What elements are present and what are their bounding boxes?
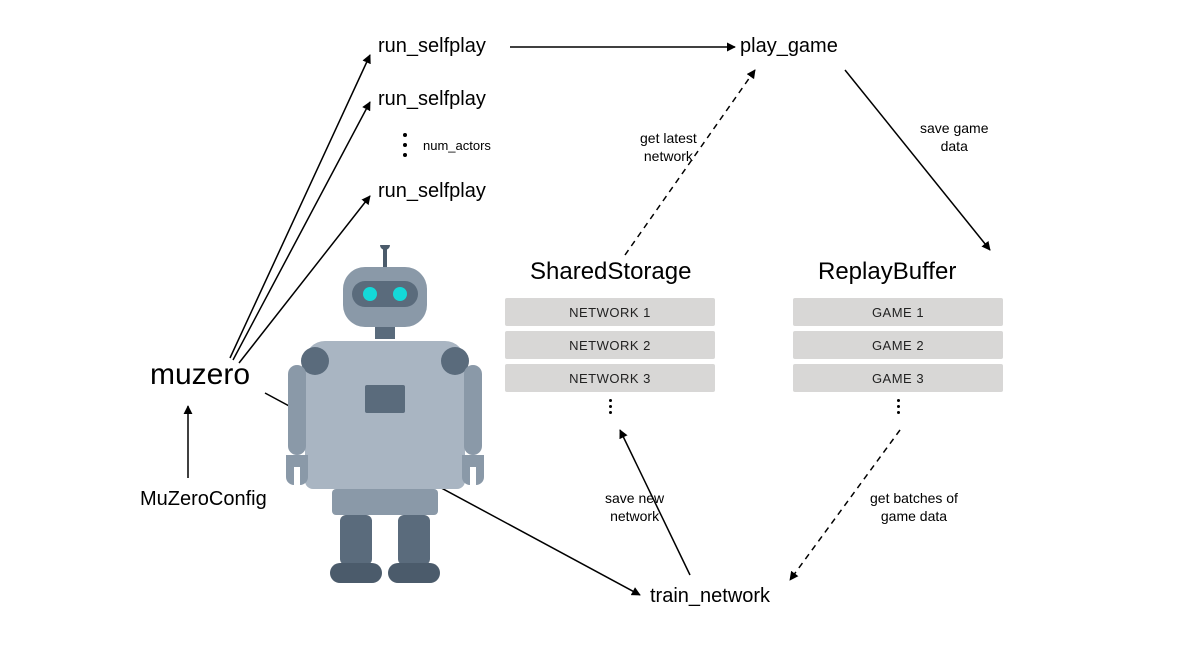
label-save-game-data: save gamedata <box>920 120 988 155</box>
node-train-network: train_network <box>650 585 770 608</box>
replay-buffer-list: GAME 1 GAME 2 GAME 3 <box>793 298 1003 415</box>
more-dots-icon <box>793 397 1003 415</box>
game-item: GAME 1 <box>793 298 1003 326</box>
diagram-stage: muzero MuZeroConfig run_selfplay run_sel… <box>0 0 1200 653</box>
network-item: NETWORK 1 <box>505 298 715 326</box>
node-run-selfplay-3: run_selfplay <box>378 180 486 203</box>
node-muzero-config: MuZeroConfig <box>140 488 267 511</box>
more-dots-icon <box>505 397 715 415</box>
node-play-game: play_game <box>740 35 838 58</box>
network-item: NETWORK 3 <box>505 364 715 392</box>
node-run-selfplay-1: run_selfplay <box>378 35 486 58</box>
robot-icon <box>270 245 500 595</box>
label-get-latest-network: get latestnetwork <box>640 130 697 165</box>
shared-storage-list: NETWORK 1 NETWORK 2 NETWORK 3 <box>505 298 715 415</box>
label-get-batches: get batches ofgame data <box>870 490 958 525</box>
node-muzero: muzero <box>150 358 250 392</box>
label-num-actors: num_actors <box>423 138 491 153</box>
game-item: GAME 2 <box>793 331 1003 359</box>
title-replay-buffer: ReplayBuffer <box>818 258 956 286</box>
title-shared-storage: SharedStorage <box>530 258 691 286</box>
label-save-new-network: save newnetwork <box>605 490 664 525</box>
game-item: GAME 3 <box>793 364 1003 392</box>
node-run-selfplay-2: run_selfplay <box>378 88 486 111</box>
network-item: NETWORK 2 <box>505 331 715 359</box>
